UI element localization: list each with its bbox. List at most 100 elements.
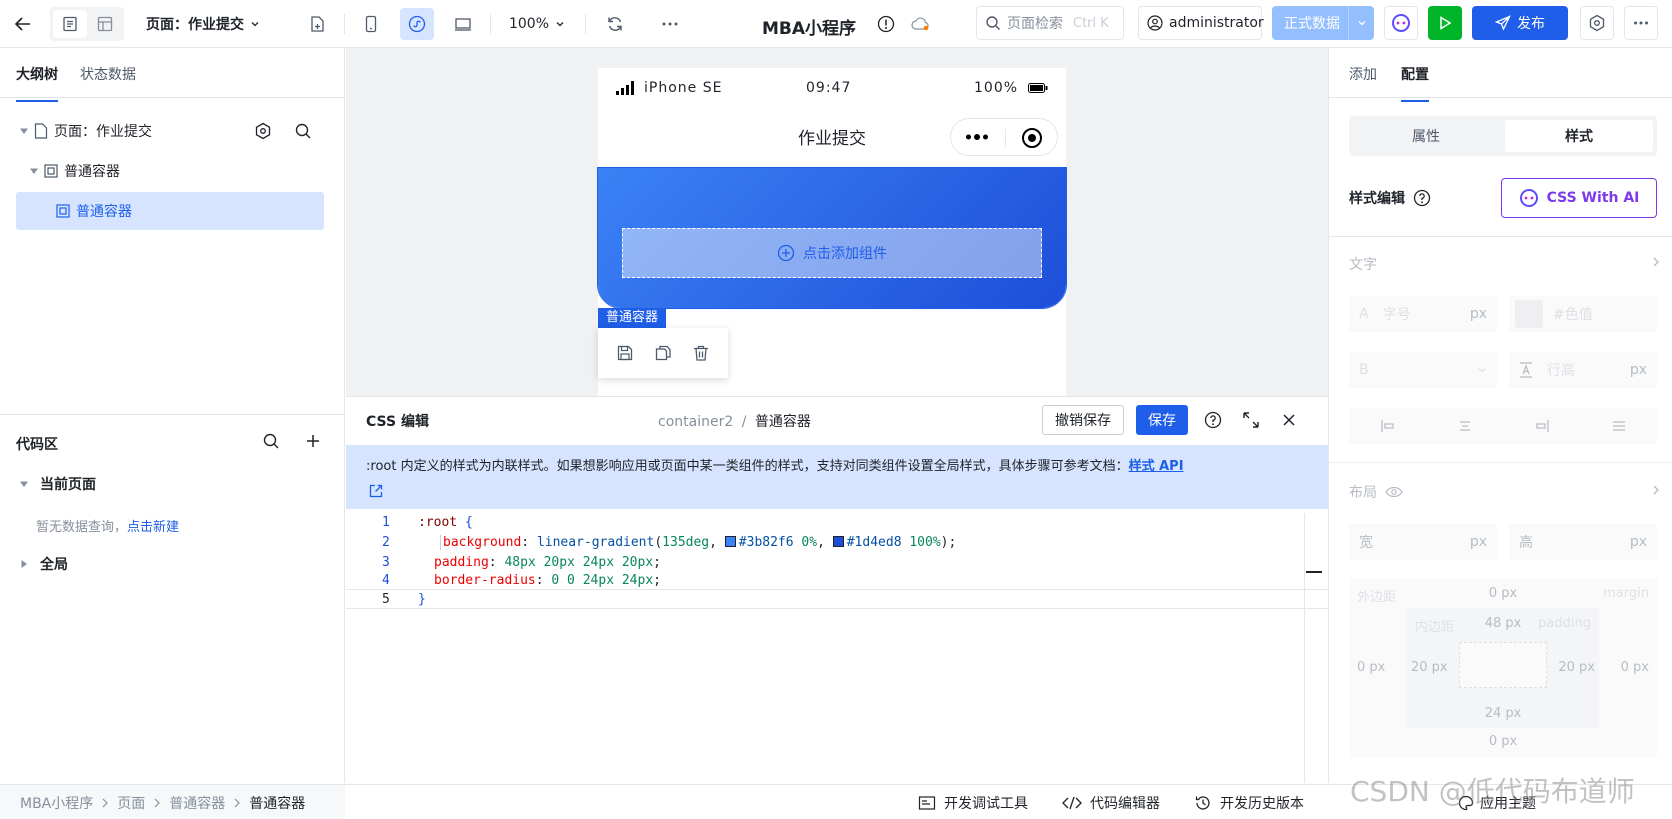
- color-swatch[interactable]: [1515, 300, 1543, 328]
- zoom-select[interactable]: 100%: [502, 8, 572, 40]
- add-icon[interactable]: [304, 432, 322, 450]
- align-left-icon[interactable]: [1380, 418, 1396, 434]
- style-api-link[interactable]: 样式 API: [1129, 459, 1184, 474]
- copy-icon[interactable]: [654, 344, 672, 362]
- expand-icon[interactable]: [1242, 411, 1260, 429]
- current-page-group[interactable]: 当前页面: [20, 474, 96, 494]
- cloud-sync-icon[interactable]: [906, 8, 936, 40]
- code-editor-button[interactable]: 代码编辑器: [1062, 793, 1160, 813]
- breadcrumb-item[interactable]: MBA小程序: [20, 793, 93, 813]
- align-right-icon[interactable]: [1534, 418, 1550, 434]
- ai-assistant-icon[interactable]: [1384, 6, 1418, 40]
- margin-top-value[interactable]: 0 px: [1349, 586, 1657, 601]
- height-field[interactable]: 高 px: [1509, 524, 1657, 560]
- page-settings-icon[interactable]: [254, 122, 272, 140]
- font-weight-select[interactable]: B: [1349, 352, 1497, 388]
- tab-outline-tree[interactable]: 大纲树: [16, 64, 58, 102]
- miniprogram-icon[interactable]: [400, 8, 434, 40]
- close-icon[interactable]: [1280, 411, 1298, 429]
- padding-top-value[interactable]: 48 px: [1407, 616, 1599, 631]
- send-icon: [1495, 15, 1511, 31]
- breadcrumb-item[interactable]: 普通容器: [249, 793, 305, 813]
- tree-item-container2[interactable]: 普通容器: [16, 192, 324, 230]
- close-capsule-icon[interactable]: [1021, 127, 1043, 149]
- unit: px: [1629, 534, 1647, 550]
- settings-icon[interactable]: [1580, 6, 1614, 40]
- breadcrumb-item[interactable]: 普通容器: [169, 793, 225, 813]
- back-icon[interactable]: [8, 8, 38, 40]
- info-icon[interactable]: [874, 8, 898, 40]
- tab-state-data[interactable]: 状态数据: [80, 64, 136, 84]
- revert-save-button[interactable]: 撤销保存: [1042, 405, 1124, 435]
- chevron-down-icon: [555, 19, 565, 29]
- info-message: :root 内定义的样式为内联样式。如果想影响应用或页面中某一类组件的样式，支持…: [366, 459, 1129, 474]
- delete-icon[interactable]: [692, 344, 710, 362]
- terminal-icon: [918, 795, 936, 811]
- color-swatch[interactable]: [724, 536, 736, 547]
- capsule-menu[interactable]: [950, 118, 1058, 156]
- env-select[interactable]: 正式数据: [1272, 6, 1374, 40]
- margin-left-value[interactable]: 0 px: [1357, 660, 1385, 675]
- line-number: 3: [382, 555, 390, 570]
- code-line-1: :root {: [418, 515, 473, 530]
- eye-icon[interactable]: [1385, 486, 1403, 498]
- search-icon[interactable]: [262, 432, 280, 450]
- font-size-field[interactable]: A 字号 px: [1349, 296, 1497, 332]
- align-justify-icon[interactable]: [1611, 418, 1627, 434]
- tree-item-page[interactable]: 页面：作业提交: [16, 112, 324, 150]
- tab-config[interactable]: 配置: [1401, 64, 1429, 102]
- line-number: 5: [382, 592, 390, 607]
- more-icon[interactable]: [965, 131, 989, 143]
- device-name: iPhone SE: [644, 80, 723, 96]
- preview-play-icon[interactable]: [1428, 6, 1462, 40]
- more-icon[interactable]: [655, 8, 685, 40]
- tab-add[interactable]: 添加: [1349, 64, 1377, 84]
- padding-left-value[interactable]: 20 px: [1411, 660, 1448, 675]
- help-icon[interactable]: [1204, 411, 1222, 429]
- page-icon[interactable]: [53, 10, 87, 38]
- gradient-container[interactable]: 点击添加组件: [597, 167, 1067, 309]
- dev-tools-button[interactable]: 开发调试工具: [918, 793, 1028, 813]
- seg-properties[interactable]: 属性: [1349, 116, 1503, 156]
- css-with-ai-button[interactable]: CSS With AI: [1501, 178, 1657, 218]
- mobile-icon[interactable]: [356, 8, 386, 40]
- align-center-icon[interactable]: [1457, 418, 1473, 434]
- add-component-placeholder[interactable]: 点击添加组件: [622, 228, 1042, 278]
- user-menu[interactable]: administrator: [1138, 6, 1264, 40]
- external-link-icon[interactable]: [368, 483, 384, 499]
- color-swatch[interactable]: [832, 536, 844, 547]
- history-icon: [1194, 794, 1212, 812]
- padding-bottom-value[interactable]: 24 px: [1407, 706, 1599, 721]
- chevron-right-icon: [101, 798, 109, 808]
- code-icon: [1062, 795, 1082, 811]
- new-page-icon[interactable]: [302, 8, 332, 40]
- chevron-right-icon[interactable]: [1651, 484, 1661, 496]
- zoom-value: 100%: [508, 16, 550, 32]
- page-selector[interactable]: 页面：作业提交: [138, 8, 268, 40]
- breadcrumb-item[interactable]: 页面: [117, 793, 145, 813]
- color-field[interactable]: #色值: [1509, 296, 1657, 332]
- publish-button[interactable]: 发布: [1472, 6, 1568, 40]
- global-group[interactable]: 全局: [20, 554, 68, 574]
- caret-right-icon: [20, 560, 28, 568]
- search-icon[interactable]: [294, 122, 312, 140]
- margin-right-value[interactable]: 0 px: [1621, 660, 1649, 675]
- more-menu-icon[interactable]: [1624, 6, 1658, 40]
- width-field[interactable]: 宽 px: [1349, 524, 1497, 560]
- save-icon[interactable]: [616, 344, 634, 362]
- line-height-field[interactable]: 行高 px: [1509, 352, 1657, 388]
- margin-bottom-value[interactable]: 0 px: [1349, 734, 1657, 749]
- save-button[interactable]: 保存: [1136, 405, 1188, 435]
- page-search-box[interactable]: 页面检索 Ctrl K: [976, 6, 1124, 40]
- seg-styles[interactable]: 样式: [1505, 120, 1653, 152]
- desktop-icon[interactable]: [448, 8, 478, 40]
- history-button[interactable]: 开发历史版本: [1194, 793, 1304, 813]
- create-query-link[interactable]: 点击新建: [127, 520, 179, 535]
- chevron-right-icon[interactable]: [1651, 256, 1661, 268]
- refresh-icon[interactable]: [600, 8, 630, 40]
- padding-right-value[interactable]: 20 px: [1558, 660, 1595, 675]
- layout-icon[interactable]: [88, 10, 122, 38]
- help-icon[interactable]: [1413, 189, 1431, 207]
- tree-item-container1[interactable]: 普通容器: [16, 152, 324, 190]
- code-editor[interactable]: 1 :root { 2 background: linear-gradient(…: [346, 513, 1328, 783]
